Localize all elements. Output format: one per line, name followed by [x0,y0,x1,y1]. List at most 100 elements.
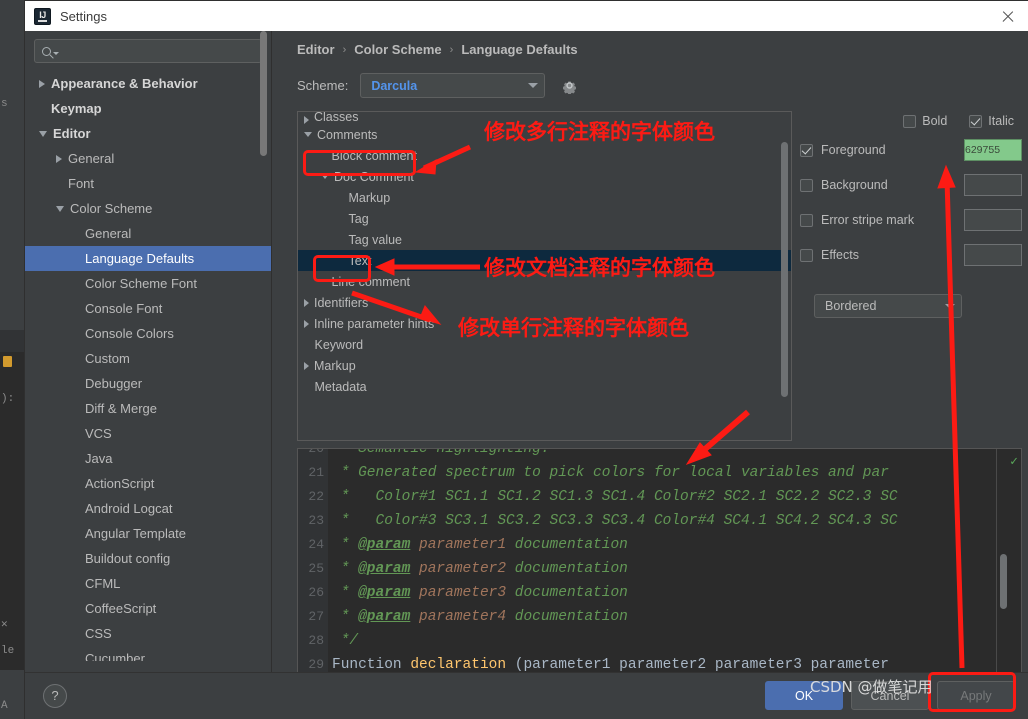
sidebar-item-color-scheme-font[interactable]: Color Scheme Font [25,271,271,296]
color-tree-item-label: Line comment [331,274,411,289]
code-text: * @param parameter1 documentation [332,533,628,557]
line-number: 25 [308,561,324,576]
preview-scrollbar[interactable] [1000,554,1007,609]
bold-checkbox[interactable] [903,114,917,128]
foreground-checkbox[interactable] [800,143,813,157]
color-tree-item-line-comment[interactable]: Line comment [298,271,791,292]
sidebar-item-label: Custom [85,351,130,366]
error-stripe-color-swatch[interactable] [964,209,1022,231]
sidebar-item-diff-merge[interactable]: Diff & Merge [25,396,271,421]
csdn-watermark: CSDN @做笔记用 [810,678,933,696]
color-tree-item-markup[interactable]: Markup [298,355,791,376]
color-tree-scrollbar[interactable] [781,142,788,397]
code-line: 28 */ [298,629,1021,653]
line-number: 27 [308,609,324,624]
color-tree-item-doc-comment[interactable]: Doc Comment [298,166,791,187]
foreground-color-swatch[interactable]: 629755 [964,139,1022,161]
scheme-dropdown[interactable]: Darcula [360,73,546,98]
sidebar-item-general[interactable]: General [25,146,271,171]
sidebar-item-custom[interactable]: Custom [25,346,271,371]
code-token: @param [358,585,411,601]
background-color-swatch[interactable] [964,174,1022,196]
chevron-right-icon[interactable] [304,319,309,328]
color-tree-item-tag[interactable]: Tag [298,208,791,229]
sidebar-item-java[interactable]: Java [25,446,271,471]
effects-color-swatch[interactable] [964,244,1022,266]
sidebar-item-css[interactable]: CSS [25,621,271,646]
sidebar-item-buildout-config[interactable]: Buildout config [25,546,271,571]
chevron-down-icon[interactable] [321,174,329,179]
sidebar-item-color-scheme[interactable]: Color Scheme [25,196,271,221]
dialog-titlebar: Settings [25,1,1028,31]
apply-button: Apply [937,681,1015,710]
chevron-right-icon[interactable] [304,361,309,370]
sidebar-item-coffeescript[interactable]: CoffeeScript [25,596,271,621]
line-number: 21 [308,465,324,480]
color-tree-item-markup[interactable]: Markup [298,187,791,208]
sidebar-item-editor[interactable]: Editor [25,121,271,146]
sidebar-scrollbar[interactable] [260,31,267,156]
background-label: Background [821,178,888,192]
sidebar-item-font[interactable]: Font [25,171,271,196]
sidebar-item-general[interactable]: General [25,221,271,246]
close-icon[interactable] [999,8,1017,26]
error-stripe-checkbox[interactable] [800,213,813,227]
background-checkbox[interactable] [800,178,813,192]
sidebar-item-cfml[interactable]: CFML [25,571,271,596]
gear-icon[interactable] [561,77,578,94]
sidebar-item-android-logcat[interactable]: Android Logcat [25,496,271,521]
code-preview[interactable]: 20 * Semantic highlighting: 21 * Generate… [297,448,1022,693]
code-token: * [332,537,359,553]
sidebar-item-actionscript[interactable]: ActionScript [25,471,271,496]
chevron-down-icon[interactable] [56,205,64,212]
color-tree-item-keyword[interactable]: Keyword [298,334,791,355]
chevron-right-icon[interactable] [304,298,309,307]
code-token: documentation [506,561,628,577]
bold-checkbox-item[interactable]: Bold [903,114,947,128]
italic-checkbox[interactable] [969,114,983,128]
sidebar-item-vcs[interactable]: VCS [25,421,271,446]
color-tree-item-block-comment[interactable]: Block comment [298,145,791,166]
sidebar-item-angular-template[interactable]: Angular Template [25,521,271,546]
sidebar-item-appearance-behavior[interactable]: Appearance & Behavior [25,71,271,96]
color-tree-item-label: Markup [314,358,356,373]
color-tree-item-identifiers[interactable]: Identifiers [298,292,791,313]
search-input[interactable] [63,43,261,59]
italic-checkbox-item[interactable]: Italic [969,114,1014,128]
sidebar-item-keymap[interactable]: Keymap [25,96,271,121]
color-tree-item-metadata[interactable]: Metadata [298,376,791,397]
sidebar-item-label: CSS [85,626,112,641]
code-token: parameter4 [410,609,507,625]
sidebar-item-label: General [85,226,132,241]
search-icon [42,46,51,56]
code-text: * @param parameter3 documentation [332,581,628,605]
sidebar-item-console-colors[interactable]: Console Colors [25,321,271,346]
effect-type-dropdown[interactable]: Bordered [814,294,962,318]
sidebar-item-language-defaults[interactable]: Language Defaults [25,246,271,271]
color-tree-item-comments[interactable]: Comments [298,124,791,145]
color-tree-item-text[interactable]: Text [298,250,791,271]
color-tree-item-inline-parameter-hints[interactable]: Inline parameter hints [298,313,791,334]
code-text: * @param parameter2 documentation [332,557,628,581]
scheme-row: Scheme: Darcula [297,73,578,98]
color-tree-item-tag-value[interactable]: Tag value [298,229,791,250]
sidebar-item-debugger[interactable]: Debugger [25,371,271,396]
color-tree-item-classes[interactable]: Classes [298,112,791,124]
search-box[interactable] [34,39,262,63]
chevron-right-icon[interactable] [304,116,309,124]
breadcrumb-editor[interactable]: Editor [297,42,335,57]
sidebar-item-cucumber[interactable]: Cucumber [25,646,271,661]
code-token: documentation [506,585,628,601]
italic-label: Italic [988,114,1014,128]
chevron-right-icon[interactable] [56,154,62,163]
sidebar-item-label: Console Colors [85,326,174,341]
effects-checkbox[interactable] [800,248,813,262]
breadcrumb-color-scheme[interactable]: Color Scheme [354,42,441,57]
chevron-down-icon[interactable] [304,132,312,137]
code-line: 24 * @param parameter1 documentation [298,533,1021,557]
chevron-right-icon[interactable] [39,79,45,88]
breadcrumb-separator-icon: › [449,43,454,56]
chevron-down-icon[interactable] [39,130,47,137]
sidebar-item-console-font[interactable]: Console Font [25,296,271,321]
help-button[interactable]: ? [43,684,67,708]
